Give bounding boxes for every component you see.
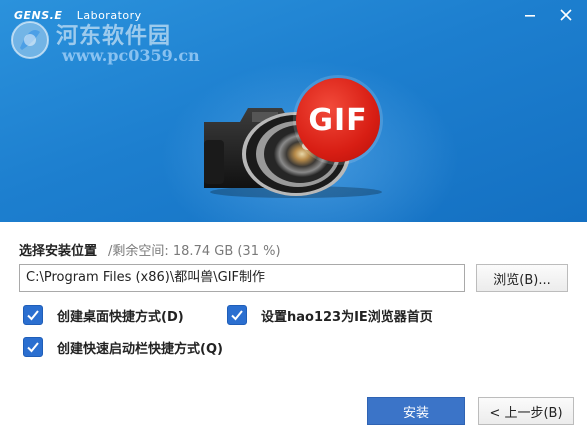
header-banner: GENS.E Laboratory 河东软件园 www.pc0359.cn GI… — [0, 0, 587, 222]
homepage-checkbox[interactable] — [227, 305, 247, 325]
gif-badge: GIF — [296, 78, 380, 162]
homepage-label: 设置hao123为IE浏览器首页 — [261, 309, 433, 325]
minimize-icon — [525, 15, 535, 17]
install-location-label: 选择安装位置 — [19, 244, 98, 259]
back-button[interactable]: < 上一步(B) — [478, 397, 574, 425]
homepage-option[interactable]: 设置hao123为IE浏览器首页 — [227, 305, 433, 325]
desktop-shortcut-checkbox[interactable] — [23, 305, 43, 325]
checkmark-icon — [231, 310, 243, 321]
desktop-shortcut-option[interactable]: 创建桌面快捷方式(D) — [23, 305, 184, 325]
install-path-input[interactable]: C:\Program Files (x86)\都叫兽\GIF制作 — [19, 264, 465, 292]
quicklaunch-shortcut-label: 创建快速启动栏快捷方式(Q) — [57, 341, 223, 357]
close-button[interactable] — [555, 4, 577, 26]
close-icon — [560, 9, 572, 21]
minimize-button[interactable] — [519, 4, 541, 26]
checkmark-icon — [27, 342, 39, 353]
installer-window: GENS.E Laboratory 河东软件园 www.pc0359.cn GI… — [0, 0, 587, 437]
watermark-logo-icon — [11, 21, 49, 59]
install-button[interactable]: 安装 — [367, 397, 465, 425]
checkmark-icon — [27, 310, 39, 321]
free-space-info: /剩余空间: 18.74 GB (31 %) — [108, 244, 281, 259]
watermark-url: www.pc0359.cn — [62, 46, 200, 65]
browse-button[interactable]: 浏览(B)... — [476, 264, 568, 292]
quicklaunch-shortcut-checkbox[interactable] — [23, 337, 43, 357]
desktop-shortcut-label: 创建桌面快捷方式(D) — [57, 309, 184, 325]
quicklaunch-shortcut-option[interactable]: 创建快速启动栏快捷方式(Q) — [23, 337, 223, 357]
